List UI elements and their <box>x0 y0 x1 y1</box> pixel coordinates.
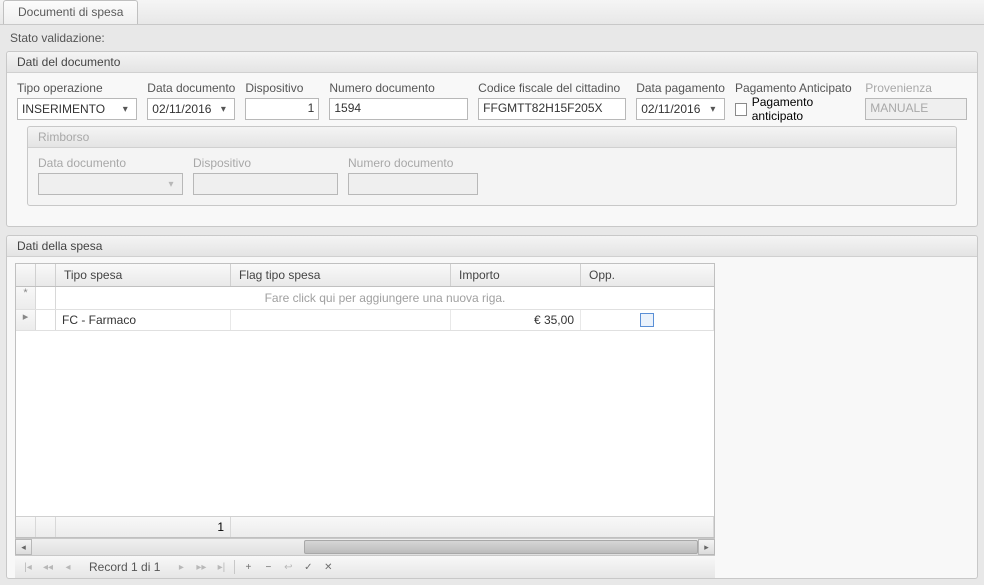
cell-importo[interactable]: € 35,00 <box>451 310 581 330</box>
nav-undo-icon[interactable]: ↩ <box>279 559 297 576</box>
provenienza-input: MANUALE <box>865 98 967 120</box>
cell-tipo-spesa[interactable]: FC - Farmaco <box>56 310 231 330</box>
grid-indicator-col <box>36 264 56 286</box>
record-navigator: |◂ ◂◂ ◂ Record 1 di 1 ▸ ▸▸ ▸| + − ↩ ✓ ✕ <box>15 555 715 578</box>
horizontal-scrollbar[interactable]: ◂ ▸ <box>15 538 715 555</box>
new-row-hint: Fare click qui per aggiungere una nuova … <box>56 287 714 309</box>
nav-commit-icon[interactable]: ✓ <box>299 559 317 576</box>
rimb-num-input <box>348 173 478 195</box>
rimb-data-input: ▾ <box>38 173 183 195</box>
nav-add-icon[interactable]: + <box>239 559 257 576</box>
cell-opp[interactable] <box>581 310 714 330</box>
scroll-thumb[interactable] <box>304 540 698 554</box>
provenienza-label: Provenienza <box>865 81 967 95</box>
pagamento-anticipato-label: Pagamento anticipato <box>752 95 855 123</box>
codice-fiscale-label: Codice fiscale del cittadino <box>478 81 626 95</box>
record-position-label: Record 1 di 1 <box>79 560 170 574</box>
rimb-disp-label: Dispositivo <box>193 156 338 170</box>
row-selector-icon: ▸ <box>16 310 36 330</box>
tab-documenti-di-spesa[interactable]: Documenti di spesa <box>3 0 138 24</box>
col-tipo-spesa[interactable]: Tipo spesa <box>56 264 231 286</box>
scroll-right-button[interactable]: ▸ <box>698 539 715 555</box>
status-validation-label: Stato validazione: <box>10 31 980 45</box>
grid-empty-area <box>16 331 714 516</box>
grid-corner <box>16 264 36 286</box>
rimborso-header: Rimborso <box>28 127 956 148</box>
chevron-down-icon: ▾ <box>118 104 132 115</box>
dispositivo-input[interactable]: 1 <box>245 98 319 120</box>
col-opp[interactable]: Opp. <box>581 264 714 286</box>
nav-prev-icon[interactable]: ◂ <box>59 559 77 576</box>
nav-next-icon[interactable]: ▸ <box>172 559 190 576</box>
col-flag-tipo-spesa[interactable]: Flag tipo spesa <box>231 264 451 286</box>
nav-next-page-icon[interactable]: ▸▸ <box>192 559 210 576</box>
numero-documento-label: Numero documento <box>329 81 468 95</box>
tipo-operazione-label: Tipo operazione <box>17 81 137 95</box>
cell-flag-tipo-spesa[interactable] <box>231 310 451 330</box>
grid-new-row[interactable]: * Fare click qui per aggiungere una nuov… <box>16 287 714 310</box>
table-row[interactable]: ▸ FC - Farmaco € 35,00 <box>16 310 714 331</box>
chevron-down-icon: ▾ <box>706 104 720 115</box>
chevron-down-icon: ▾ <box>216 104 230 115</box>
opp-checkbox[interactable] <box>640 313 654 327</box>
data-pagamento-value: 02/11/2016 <box>641 102 700 116</box>
data-documento-input[interactable]: 02/11/2016 ▾ <box>147 98 235 120</box>
pagamento-anticipato-title: Pagamento Anticipato <box>735 81 855 95</box>
rimb-num-label: Numero documento <box>348 156 478 170</box>
data-pagamento-input[interactable]: 02/11/2016 ▾ <box>636 98 725 120</box>
numero-documento-input[interactable]: 1594 <box>329 98 468 120</box>
nav-first-icon[interactable]: |◂ <box>19 559 37 576</box>
rimb-disp-input <box>193 173 338 195</box>
nav-cancel-icon[interactable]: ✕ <box>319 559 337 576</box>
chevron-down-icon: ▾ <box>164 179 178 190</box>
codice-fiscale-input[interactable]: FFGMTT82H15F205X <box>478 98 626 120</box>
data-pagamento-label: Data pagamento <box>636 81 725 95</box>
data-documento-value: 02/11/2016 <box>152 102 211 116</box>
spesa-grid[interactable]: Tipo spesa Flag tipo spesa Importo Opp. … <box>15 263 715 538</box>
rimb-data-label: Data documento <box>38 156 183 170</box>
col-importo[interactable]: Importo <box>451 264 581 286</box>
dispositivo-label: Dispositivo <box>245 81 319 95</box>
tipo-operazione-value: INSERIMENTO <box>22 102 105 116</box>
pagamento-anticipato-checkbox[interactable] <box>735 103 747 116</box>
data-documento-label: Data documento <box>147 81 235 95</box>
summary-count: 1 <box>56 517 231 537</box>
dati-spesa-header: Dati della spesa <box>7 236 977 257</box>
tipo-operazione-select[interactable]: INSERIMENTO ▾ <box>17 98 137 120</box>
dati-documento-header: Dati del documento <box>7 52 977 73</box>
nav-remove-icon[interactable]: − <box>259 559 277 576</box>
nav-last-icon[interactable]: ▸| <box>212 559 230 576</box>
scroll-left-button[interactable]: ◂ <box>15 539 32 555</box>
new-row-marker-icon: * <box>16 287 36 309</box>
nav-prev-page-icon[interactable]: ◂◂ <box>39 559 57 576</box>
